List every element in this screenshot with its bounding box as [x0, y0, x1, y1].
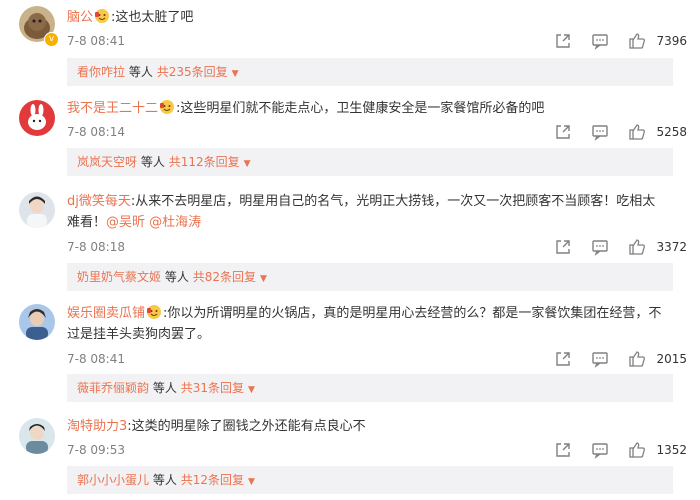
caret-down-icon[interactable]: ▼: [260, 265, 267, 293]
verified-badge-icon: v: [44, 32, 59, 47]
reply-others-label: 等人: [152, 381, 177, 395]
emoji-icon: [159, 99, 175, 115]
like-count: 3372: [656, 240, 687, 254]
comment-text: :这类的明星除了圈钱之外还能有点良心不: [127, 419, 366, 434]
caret-down-icon[interactable]: ▼: [248, 468, 255, 496]
username-link[interactable]: 娱乐圈卖瓜铺: [67, 306, 145, 321]
reply-summary-bar[interactable]: 薇菲乔俪颖韵 等人 共31条回复 ▼: [67, 374, 673, 402]
username-link[interactable]: 我不是王二十二: [67, 101, 158, 116]
comment-meta: 7-8 08:41 2015: [67, 350, 687, 370]
timestamp: 7-8 08:41: [67, 34, 125, 48]
share-icon[interactable]: [554, 350, 574, 368]
timestamp: 7-8 09:53: [67, 443, 125, 457]
like-count: 2015: [656, 352, 687, 366]
thumbs-up-icon[interactable]: [628, 350, 648, 368]
caret-down-icon[interactable]: ▼: [248, 376, 255, 404]
emoji-icon: [94, 8, 110, 24]
reply-count-link[interactable]: 共112条回复: [169, 155, 240, 169]
reply-others-label: 等人: [140, 155, 165, 169]
reply-count-link[interactable]: 共31条回复: [181, 381, 244, 395]
username-link[interactable]: 淘特助力3: [67, 419, 127, 434]
comment-icon[interactable]: [591, 441, 611, 459]
mention-link[interactable]: @杜海涛: [149, 215, 201, 230]
emoji-icon: [146, 304, 162, 320]
comment-meta: 7-8 09:53 1352: [67, 441, 687, 461]
timestamp: 7-8 08:41: [67, 352, 125, 366]
timestamp: 7-8 08:18: [67, 240, 125, 254]
share-icon[interactable]: [554, 441, 574, 459]
comment-text: :这些明星们就不能走点心，卫生健康安全是一家餐馆所必备的吧: [176, 101, 545, 116]
reply-others-label: 等人: [128, 65, 153, 79]
thumbs-up-icon[interactable]: [628, 441, 648, 459]
comment-content: 我不是王二十二 :这些明星们就不能走点心，卫生健康安全是一家餐馆所必备的吧: [67, 98, 667, 119]
reply-others-label: 等人: [164, 270, 189, 284]
timestamp: 7-8 08:14: [67, 125, 125, 139]
reply-summary-bar[interactable]: 郭小小小蛋儿 等人 共12条回复 ▼: [67, 466, 673, 494]
share-icon[interactable]: [554, 32, 574, 50]
username-link[interactable]: 脑公: [67, 10, 93, 25]
comment-list: v 脑公 :这也太脏了吧 7-8 08:41 7396 看你咋拉 等人 共235条…: [0, 0, 700, 500]
reply-summary-bar[interactable]: 奶里奶气蔡文姬 等人 共82条回复 ▼: [67, 263, 673, 291]
comment-meta: 7-8 08:41 7396: [67, 32, 687, 52]
comment-icon[interactable]: [591, 123, 611, 141]
username-link[interactable]: dj微笑每天: [67, 194, 131, 209]
comment-text: :这也太脏了吧: [111, 10, 194, 25]
reply-count-link[interactable]: 共235条回复: [157, 65, 228, 79]
reply-username[interactable]: 奶里奶气蔡文姬: [77, 270, 161, 284]
thumbs-up-icon[interactable]: [628, 32, 648, 50]
reply-username[interactable]: 看你咋拉: [77, 65, 125, 79]
share-icon[interactable]: [554, 238, 574, 256]
reply-summary-bar[interactable]: 岚岚天空呀 等人 共112条回复 ▼: [67, 148, 673, 176]
avatar[interactable]: [19, 304, 55, 340]
share-icon[interactable]: [554, 123, 574, 141]
avatar[interactable]: [19, 192, 55, 228]
comment-content: 淘特助力3:这类的明星除了圈钱之外还能有点良心不: [67, 416, 667, 437]
reply-count-link[interactable]: 共12条回复: [181, 473, 244, 487]
comment-meta: 7-8 08:14 5258: [67, 123, 687, 143]
comment-meta: 7-8 08:18 3372: [67, 238, 687, 258]
comment-content: dj微笑每天:从来不去明星店，明星用自己的名气，光明正大捞钱，一次又一次把顾客不…: [67, 191, 667, 233]
reply-summary-bar[interactable]: 看你咋拉 等人 共235条回复 ▼: [67, 58, 673, 86]
reply-others-label: 等人: [152, 473, 177, 487]
thumbs-up-icon[interactable]: [628, 123, 648, 141]
like-count: 7396: [656, 34, 687, 48]
comment-content: 娱乐圈卖瓜铺:你以为所谓明星的火锅店，真的是明星用心去经营的么？都是一家餐饮集团…: [67, 303, 667, 345]
comment-icon[interactable]: [591, 238, 611, 256]
caret-down-icon[interactable]: ▼: [244, 150, 251, 178]
thumbs-up-icon[interactable]: [628, 238, 648, 256]
reply-username[interactable]: 郭小小小蛋儿: [77, 473, 149, 487]
comment-icon[interactable]: [591, 32, 611, 50]
reply-username[interactable]: 岚岚天空呀: [77, 155, 137, 169]
reply-username[interactable]: 薇菲乔俪颖韵: [77, 381, 149, 395]
caret-down-icon[interactable]: ▼: [232, 60, 239, 88]
avatar[interactable]: [19, 100, 55, 136]
reply-count-link[interactable]: 共82条回复: [193, 270, 256, 284]
comment-icon[interactable]: [591, 350, 611, 368]
like-count: 5258: [656, 125, 687, 139]
mention-link[interactable]: @吴昕: [106, 215, 145, 230]
comment-content: 脑公 :这也太脏了吧: [67, 7, 667, 28]
avatar[interactable]: [19, 418, 55, 454]
like-count: 1352: [656, 443, 687, 457]
